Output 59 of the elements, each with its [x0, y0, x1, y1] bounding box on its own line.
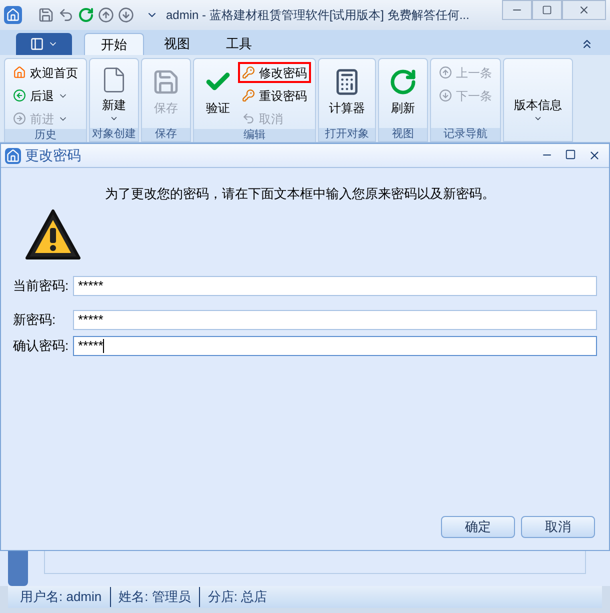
ribbon-button[interactable]: 重设密码: [238, 85, 311, 106]
status-text: 姓名: 管理员: [110, 587, 199, 607]
dialog-icon: [5, 148, 21, 164]
save-icon[interactable]: [38, 7, 54, 23]
group-label: 记录导航: [431, 128, 500, 141]
panel-icon: [30, 37, 44, 51]
refresh-icon: [389, 68, 417, 96]
ribbon-button[interactable]: 后退: [9, 85, 82, 106]
ribbon-button[interactable]: 验证: [198, 59, 238, 125]
dialog-button[interactable]: 确定: [441, 516, 515, 538]
password-field[interactable]: *****: [73, 336, 597, 356]
maximize-icon: [542, 5, 552, 15]
maximize-button[interactable]: [532, 0, 562, 20]
side-panel: [8, 551, 28, 586]
close-button[interactable]: [562, 0, 606, 20]
group-label: 编辑: [194, 129, 315, 142]
group-label: 视图: [379, 128, 427, 141]
status-text: 分店: 总店: [198, 587, 276, 607]
instruction-text: 为了更改您的密码，请在下面文本框中输入您原来密码以及新密码。: [105, 185, 495, 203]
undo-icon[interactable]: [58, 7, 74, 23]
home-icon: [13, 66, 26, 79]
ribbon-button[interactable]: 计算器: [323, 59, 371, 125]
ribbon-button[interactable]: 欢迎首页: [9, 62, 82, 83]
ribbon-button[interactable]: 刷新: [383, 59, 423, 125]
group-label: 历史: [5, 129, 86, 142]
undo-icon: [242, 112, 255, 125]
dialog-title: 更改密码: [25, 146, 81, 165]
arrow-left-icon: [13, 89, 26, 102]
arrow-down-icon[interactable]: [118, 7, 134, 23]
ribbon-tab[interactable]: 工具: [210, 33, 268, 55]
dialog-button[interactable]: 取消: [521, 516, 595, 538]
ribbon-button[interactable]: 修改密码: [238, 62, 311, 83]
status-text: 用户名: admin: [19, 588, 103, 606]
refresh-icon[interactable]: [78, 7, 94, 23]
floppy-icon: [152, 68, 180, 96]
arrow-up-icon[interactable]: [98, 7, 114, 23]
password-field[interactable]: *****: [73, 310, 597, 330]
group-label: 打开对象: [319, 128, 375, 141]
ribbon-tab[interactable]: 开始: [84, 33, 144, 55]
maximize-icon[interactable]: [565, 149, 576, 160]
app-menu-button[interactable]: [16, 33, 72, 55]
group-label: 对象创建: [90, 128, 138, 141]
window-title: admin - 蓝格建材租赁管理软件[试用版本] 免费解答任何...: [166, 7, 470, 24]
password-field[interactable]: *****: [73, 276, 597, 296]
arrow-up-icon: [439, 66, 452, 79]
close-icon[interactable]: [588, 149, 601, 162]
app-home-icon[interactable]: [4, 6, 22, 24]
ribbon-button[interactable]: 版本信息: [508, 59, 568, 125]
group-label: 保存: [142, 128, 190, 141]
key-icon: [242, 89, 255, 102]
ribbon-tab[interactable]: 视图: [148, 33, 206, 55]
field-label: 新密码:: [13, 311, 57, 330]
arrow-down-icon: [439, 89, 452, 102]
close-icon: [578, 4, 590, 16]
field-label: 确认密码:: [13, 337, 70, 356]
field-label: 当前密码:: [13, 277, 70, 296]
key-icon: [242, 66, 255, 79]
ribbon-button[interactable]: 新建: [94, 59, 134, 125]
arrow-right-icon: [13, 112, 26, 125]
